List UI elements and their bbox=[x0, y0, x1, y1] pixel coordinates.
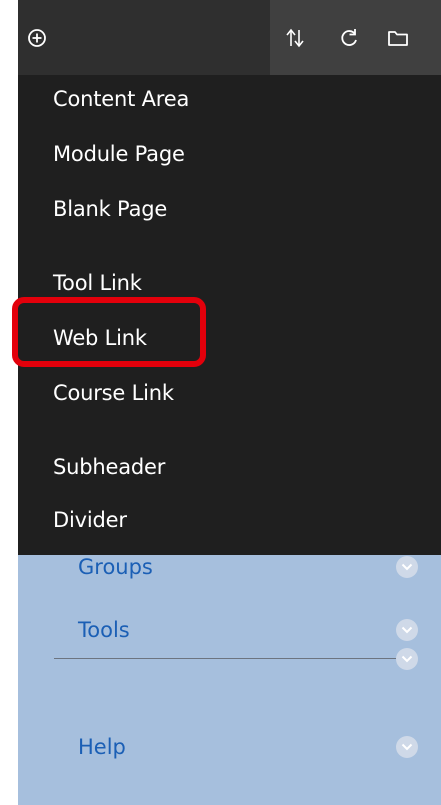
chevron-down-icon[interactable] bbox=[396, 736, 418, 758]
course-menu-panel: Groups Tools Help bbox=[18, 555, 441, 805]
menu-item-course-link[interactable]: Course Link bbox=[53, 375, 174, 411]
chevron-down-icon[interactable] bbox=[396, 648, 418, 670]
menu-item-content-area[interactable]: Content Area bbox=[53, 81, 189, 117]
screenshot-frame: Content Area Module Page Blank Page Tool… bbox=[0, 0, 441, 805]
nav-item-groups[interactable]: Groups bbox=[78, 555, 153, 579]
menu-item-module-page[interactable]: Module Page bbox=[53, 136, 185, 172]
chevron-down-icon[interactable] bbox=[396, 619, 418, 641]
menu-item-tool-link[interactable]: Tool Link bbox=[53, 265, 142, 301]
course-menu-toolbar bbox=[18, 0, 441, 75]
add-menu-item-dropdown: Content Area Module Page Blank Page Tool… bbox=[18, 75, 441, 555]
menu-item-subheader[interactable]: Subheader bbox=[53, 449, 165, 485]
menu-item-divider[interactable]: Divider bbox=[53, 502, 127, 538]
nav-item-tools[interactable]: Tools bbox=[78, 618, 130, 642]
menu-item-blank-page[interactable]: Blank Page bbox=[53, 191, 167, 227]
nav-divider bbox=[54, 658, 398, 659]
menu-item-web-link[interactable]: Web Link bbox=[53, 320, 147, 356]
folder-icon[interactable] bbox=[379, 19, 417, 57]
reorder-icon[interactable] bbox=[276, 19, 314, 57]
chevron-down-icon[interactable] bbox=[396, 556, 418, 578]
add-icon[interactable] bbox=[18, 19, 56, 57]
nav-item-help[interactable]: Help bbox=[78, 735, 126, 759]
refresh-icon[interactable] bbox=[330, 19, 368, 57]
